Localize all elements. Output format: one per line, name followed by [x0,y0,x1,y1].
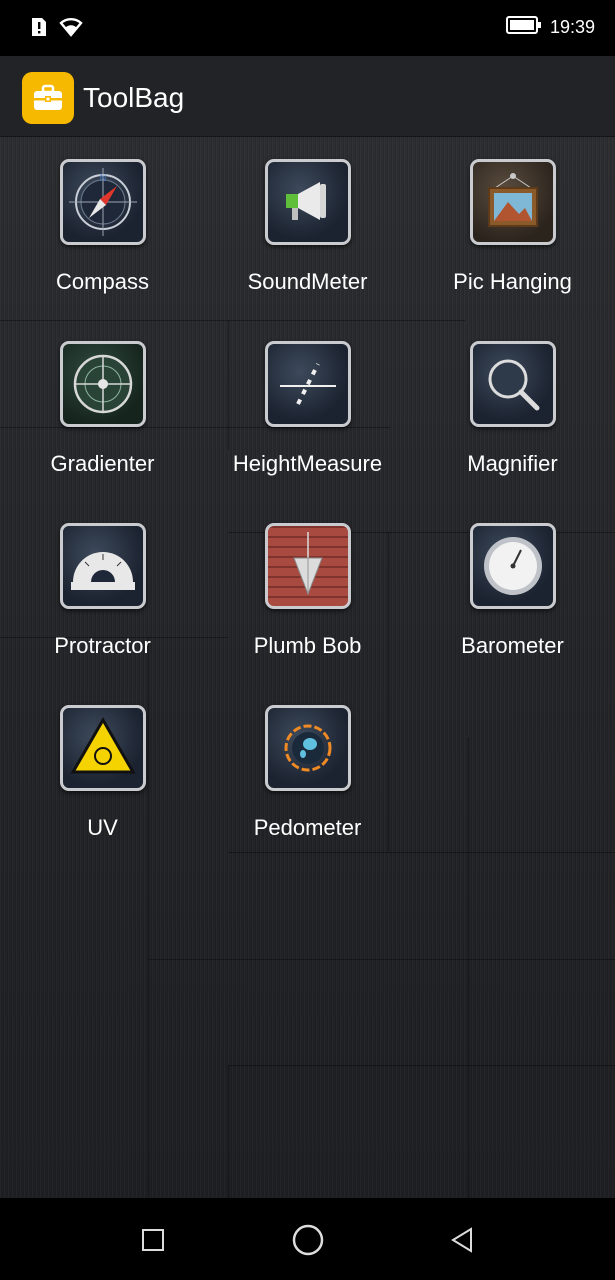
magnifier-icon [469,341,556,427]
plumb-bob-icon [264,523,351,609]
tool-label: Compass [56,269,149,294]
recents-icon [142,1229,164,1251]
tool-plumb-bob[interactable]: Plumb Bob [205,523,410,705]
toolbox-icon [22,72,74,124]
barometer-icon [469,523,556,609]
picture-frame-icon [469,159,556,245]
tool-label: Pic Hanging [453,269,572,294]
tool-gradienter[interactable]: Gradienter [0,341,205,523]
panel-divider [148,959,615,960]
navigation-bar [0,1198,615,1280]
status-right: 19:39 [505,16,595,39]
status-left-icons [30,16,84,43]
uv-warning-icon [59,705,146,791]
sim-alert-icon [30,16,48,43]
tool-label: HeightMeasure [232,451,383,476]
status-time: 19:39 [549,17,595,37]
app-bar: ToolBag [0,56,615,137]
tool-label: Gradienter [50,451,155,476]
protractor-icon [59,523,146,609]
battery-icon [505,16,542,39]
tool-label: Magnifier [467,451,558,476]
app-title: ToolBag [83,82,185,113]
home-button[interactable] [286,1218,330,1262]
wifi-icon [58,17,84,42]
tool-barometer[interactable]: Barometer [410,523,615,705]
tool-label: Protractor [54,633,151,658]
tool-label: Plumb Bob [253,633,362,658]
tool-compass[interactable]: N Compass [0,159,205,341]
level-icon [59,341,146,427]
megaphone-icon [264,159,351,245]
tool-pedometer[interactable]: Pedometer [205,705,410,887]
tool-soundmeter[interactable]: SoundMeter [205,159,410,341]
tool-grid: N Compass SoundMeter Pic Hanging Gradien… [0,159,615,887]
height-measure-icon [264,341,351,427]
svg-text:N: N [99,173,106,183]
tool-grid-background: N Compass SoundMeter Pic Hanging Gradien… [0,137,615,1198]
back-button[interactable] [440,1218,484,1262]
panel-divider [228,1065,229,1198]
tool-uv[interactable]: UV [0,705,205,887]
tool-heightmeasure[interactable]: HeightMeasure [205,341,410,523]
panel-divider [228,1065,615,1066]
tool-label: Barometer [461,633,564,658]
tool-protractor[interactable]: Protractor [0,523,205,705]
tool-pic-hanging[interactable]: Pic Hanging [410,159,615,341]
compass-icon: N [59,159,146,245]
home-icon [292,1224,324,1256]
back-icon [451,1227,472,1253]
tool-label: Pedometer [253,815,362,840]
recents-button[interactable] [131,1218,175,1262]
tool-label: SoundMeter [247,269,368,294]
pedometer-icon [264,705,351,791]
tool-label: UV [87,815,118,840]
status-bar: 19:39 [0,0,615,56]
tool-magnifier[interactable]: Magnifier [410,341,615,523]
